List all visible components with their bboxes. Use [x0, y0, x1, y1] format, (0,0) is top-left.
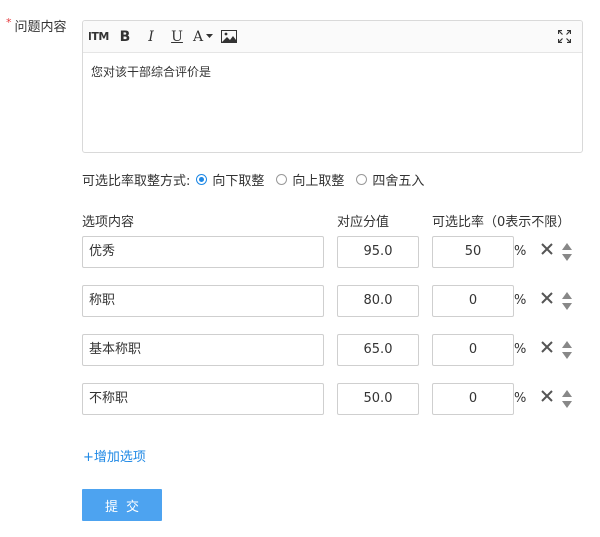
rounding-options: 可选比率取整方式: 向下取整 向上取整 四舍五入 [82, 170, 436, 189]
radio-round-down[interactable]: 向下取整 [196, 170, 264, 189]
bold-icon[interactable]: B [115, 26, 135, 48]
option-rate-input[interactable]: 0 [432, 285, 514, 317]
delete-icon[interactable] [540, 291, 554, 305]
editor-toolbar: HTML B I U A [83, 21, 582, 53]
radio-dot [276, 174, 288, 185]
option-rate-input[interactable]: 0 [432, 383, 514, 415]
radio-dot [356, 174, 368, 185]
header-option-content: 选项内容 [82, 215, 135, 230]
sort-icon[interactable] [561, 242, 573, 262]
submit-button[interactable]: 提交 [82, 489, 162, 521]
option-row: 称职 80.0 0 % [82, 285, 582, 317]
option-row: 优秀 95.0 50 % [82, 236, 582, 268]
option-score-input[interactable]: 65.0 [337, 334, 419, 366]
fullscreen-icon[interactable] [554, 26, 574, 48]
italic-icon[interactable]: I [141, 26, 161, 48]
option-name-input[interactable]: 称职 [82, 285, 324, 317]
chevron-down-icon [206, 34, 214, 38]
radio-label: 向下取整 [212, 174, 265, 189]
font-color-letter: A [193, 28, 204, 45]
percent-unit: % [514, 391, 527, 406]
rich-text-editor[interactable]: HTML B I U A 您对该干部综合评价是 [82, 20, 583, 153]
radio-round-nearest[interactable]: 四舍五入 [356, 170, 424, 189]
sort-icon[interactable] [561, 291, 573, 311]
add-option-link[interactable]: +增加选项 [83, 446, 146, 465]
option-row: 不称职 50.0 0 % [82, 383, 582, 415]
html-icon[interactable]: HTML [89, 26, 109, 48]
rounding-title: 可选比率取整方式: [82, 174, 191, 189]
underline-icon[interactable]: U [167, 26, 187, 48]
percent-unit: % [514, 244, 527, 259]
option-score-input[interactable]: 50.0 [337, 383, 419, 415]
font-color-icon[interactable]: A [193, 26, 214, 48]
header-rate: 可选比率（0表示不限） [432, 215, 571, 230]
option-score-input[interactable]: 95.0 [337, 236, 419, 268]
radio-label: 向上取整 [292, 174, 345, 189]
radio-label: 四舍五入 [372, 174, 425, 189]
delete-icon[interactable] [540, 242, 554, 256]
required-mark: * [6, 16, 12, 29]
option-name-input[interactable]: 不称职 [82, 383, 324, 415]
option-rate-input[interactable]: 0 [432, 334, 514, 366]
option-name-input[interactable]: 基本称职 [82, 334, 324, 366]
option-rate-input[interactable]: 50 [432, 236, 514, 268]
option-row: 基本称职 65.0 0 % [82, 334, 582, 366]
sort-icon[interactable] [561, 389, 573, 409]
radio-round-up[interactable]: 向上取整 [276, 170, 344, 189]
option-name-input[interactable]: 优秀 [82, 236, 324, 268]
delete-icon[interactable] [540, 340, 554, 354]
question-label: * 问题内容 [6, 16, 67, 35]
header-score: 对应分值 [337, 215, 390, 230]
option-score-input[interactable]: 80.0 [337, 285, 419, 317]
radio-dot [196, 174, 208, 185]
delete-icon[interactable] [540, 389, 554, 403]
editor-content[interactable]: 您对该干部综合评价是 [83, 53, 582, 90]
question-label-text: 问题内容 [14, 20, 67, 35]
percent-unit: % [514, 342, 527, 357]
image-icon[interactable] [219, 26, 239, 48]
percent-unit: % [514, 293, 527, 308]
sort-icon[interactable] [561, 340, 573, 360]
